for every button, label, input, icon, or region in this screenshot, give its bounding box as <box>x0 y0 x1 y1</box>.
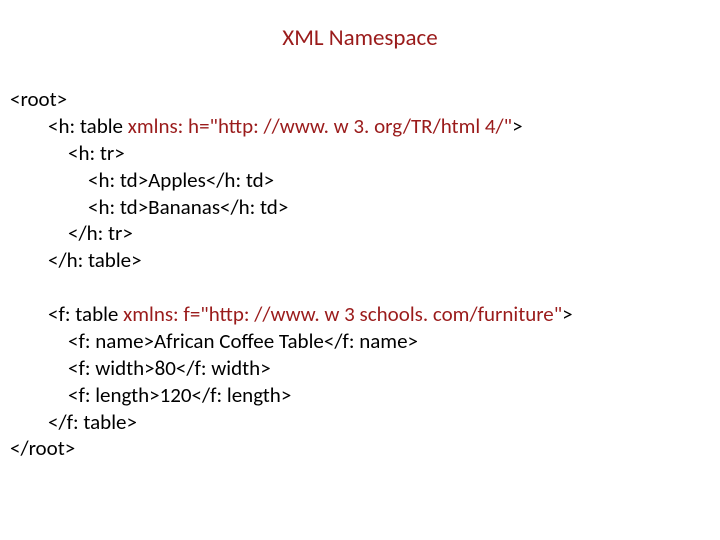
xml-code-block: <root> <h: table xmlns: h="http: //www. … <box>10 86 700 462</box>
code-line: <f: name>African Coffee Table</f: name> <box>10 328 418 355</box>
code-line: <f: width>80</f: width> <box>10 355 271 382</box>
code-line: </f: table> <box>10 409 137 436</box>
code-text: > <box>562 301 572 327</box>
code-line: </h: table> <box>10 247 142 274</box>
code-attr: xmlns: h="http: //www. w 3. org/TR/html … <box>128 113 512 139</box>
code-text: <f: table <box>48 301 123 327</box>
code-attr: xmlns: f="http: //www. w 3 schools. com/… <box>123 301 562 327</box>
code-line: </root> <box>10 435 75 461</box>
code-line: <h: table xmlns: h="http: //www. w 3. or… <box>10 113 523 140</box>
code-text: <h: table <box>48 113 128 139</box>
slide-title: XML Namespace <box>0 24 720 52</box>
code-line: <h: tr> <box>10 140 125 167</box>
slide: XML Namespace <root> <h: table xmlns: h=… <box>0 0 720 540</box>
code-line: </h: tr> <box>10 220 133 247</box>
code-line: <h: td>Bananas</h: td> <box>10 194 288 221</box>
code-line: <f: length>120</f: length> <box>10 382 291 409</box>
code-line: <root> <box>10 86 67 112</box>
code-text: > <box>512 113 522 139</box>
code-line: <h: td>Apples</h: td> <box>10 167 274 194</box>
code-line: <f: table xmlns: f="http: //www. w 3 sch… <box>10 301 573 328</box>
